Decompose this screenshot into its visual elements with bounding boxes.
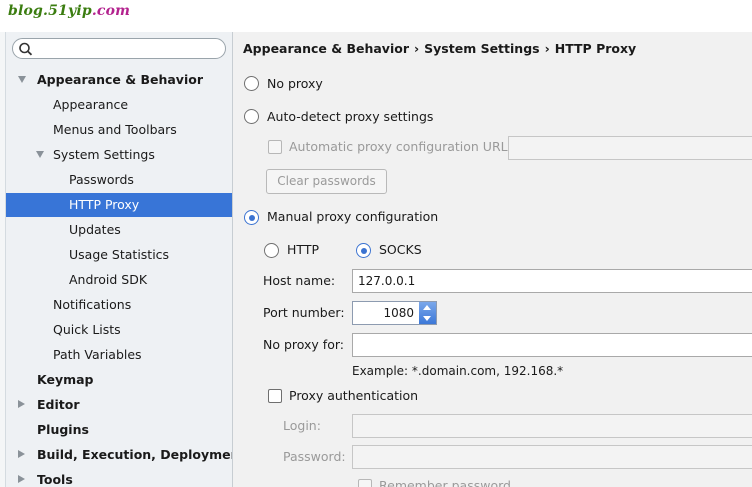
no-proxy-example: Example: *.domain.com, 192.168.* [352,364,564,378]
sidebar-item-label: Appearance [53,97,129,112]
no-proxy-radio[interactable] [244,76,259,91]
auto-detect-label[interactable]: Auto-detect proxy settings [267,109,433,125]
auto-detect-radio[interactable] [244,109,259,124]
sidebar-item-label: Notifications [53,297,132,312]
remember-password-checkbox[interactable] [358,479,372,487]
sidebar-item-editor[interactable]: Editor [6,393,232,417]
sidebar-item-menus-toolbars[interactable]: Menus and Toolbars [6,118,232,142]
login-input[interactable] [358,418,750,434]
no-proxy-label[interactable]: No proxy [267,76,323,92]
sidebar-item-label: Updates [69,222,121,237]
auto-config-url-checkbox[interactable] [268,140,282,154]
chevron-right-icon[interactable] [18,400,25,408]
sidebar-item-passwords[interactable]: Passwords [6,168,232,192]
search-input[interactable] [37,40,221,57]
watermark: blog.51yip.com [8,3,131,19]
sidebar-item-android-sdk[interactable]: Android SDK [6,268,232,292]
sidebar-item-path-variables[interactable]: Path Variables [6,343,232,367]
sidebar-item-label: Android SDK [69,272,148,287]
sidebar-item-label: Editor [37,397,80,412]
chevron-right-icon[interactable] [18,475,25,483]
chevron-down-icon[interactable] [18,76,26,83]
password-field[interactable] [352,445,752,469]
http-label[interactable]: HTTP [287,242,319,258]
sidebar-item-build-execution-deployment[interactable]: Build, Execution, Deployment [6,443,233,467]
no-proxy-for-input[interactable] [358,337,750,353]
clear-passwords-button[interactable]: Clear passwords [266,169,387,194]
sidebar-item-keymap[interactable]: Keymap [6,368,232,392]
socks-radio[interactable] [356,243,371,258]
password-input[interactable] [358,449,750,465]
http-proxy-panel: Appearance & Behavior › System Settings › HT… [233,32,752,487]
host-name-input[interactable] [358,273,750,289]
password-label: Password: [283,449,346,464]
proxy-authentication-label[interactable]: Proxy authentication [289,388,418,404]
sidebar-item-quick-lists[interactable]: Quick Lists [6,318,232,342]
sidebar-item-usage-statistics[interactable]: Usage Statistics [6,243,232,267]
remember-password-label[interactable]: Remember password [379,478,511,487]
sidebar-item-label: Usage Statistics [69,247,170,262]
login-label: Login: [283,418,321,433]
manual-proxy-radio[interactable] [244,210,259,225]
sidebar-item-appearance-behavior[interactable]: Appearance & Behavior [6,68,232,92]
sidebar-item-label: Keymap [37,372,94,387]
sidebar-item-label: Appearance & Behavior [37,72,203,87]
chevron-down-icon[interactable] [36,151,44,158]
sidebar-item-notifications[interactable]: Notifications [6,293,232,317]
breadcrumb-item: System Settings [424,41,540,56]
breadcrumb-item: Appearance & Behavior [243,41,409,56]
auto-config-url-field[interactable] [508,136,752,160]
port-number-value[interactable]: 1080 [383,305,414,321]
sidebar-item-label: System Settings [53,147,155,162]
sidebar-item-label: Quick Lists [53,322,121,337]
sidebar-item-label: Path Variables [53,347,142,362]
host-name-label: Host name: [263,273,336,288]
host-name-field[interactable] [352,269,752,293]
sidebar-item-updates[interactable]: Updates [6,218,232,242]
sidebar-item-label: Menus and Toolbars [53,122,177,137]
http-radio[interactable] [264,243,279,258]
spinner-arrows[interactable] [419,302,436,324]
port-number-spinner[interactable]: 1080 [352,301,437,325]
spinner-down-icon[interactable] [423,316,431,321]
breadcrumb-separator: › [544,41,550,56]
sidebar-item-http-proxy[interactable]: HTTP Proxy [6,193,232,217]
breadcrumb-item: HTTP Proxy [554,41,637,56]
search-icon [19,42,33,56]
chevron-right-icon[interactable] [18,450,25,458]
no-proxy-for-label: No proxy for: [263,337,344,352]
sidebar-item-label: Passwords [69,172,134,187]
auto-config-url-input[interactable] [514,140,750,156]
sidebar-item-appearance[interactable]: Appearance [6,93,232,117]
search-box[interactable] [12,38,226,59]
sidebar-item-label: Plugins [37,422,89,437]
settings-sidebar: Appearance & Behavior Appearance Menus and… [6,32,233,487]
sidebar-item-tools[interactable]: Tools [6,468,232,487]
proxy-authentication-checkbox[interactable] [268,389,282,403]
breadcrumb: Appearance & Behavior › System Settings › HT… [243,41,636,56]
port-number-label: Port number: [263,305,345,320]
breadcrumb-separator: › [414,41,420,56]
sidebar-item-plugins[interactable]: Plugins [6,418,232,442]
manual-proxy-label[interactable]: Manual proxy configuration [267,209,438,225]
no-proxy-for-field[interactable] [352,333,752,357]
auto-config-url-label: Automatic proxy configuration URL: [289,139,512,154]
sidebar-item-label: Build, Execution, Deployment [37,447,233,462]
spinner-up-icon[interactable] [423,305,431,310]
sidebar-item-system-settings[interactable]: System Settings [6,143,232,167]
socks-label[interactable]: SOCKS [379,242,422,258]
sidebar-item-label: Tools [37,472,73,487]
sidebar-item-label: HTTP Proxy [69,197,140,212]
login-field[interactable] [352,414,752,438]
